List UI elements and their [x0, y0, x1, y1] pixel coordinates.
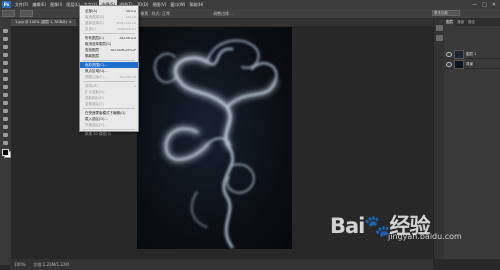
- menu-file[interactable]: 文件(F): [13, 0, 30, 9]
- select-menu-item: 反选(I) Shift+Ctrl+I: [80, 26, 138, 32]
- properties-panel-icon[interactable]: [436, 35, 443, 41]
- menu-item-shortcut: Alt+Ctrl+R: [119, 75, 136, 79]
- menu-item-label: 载入选区(O)...: [85, 116, 108, 121]
- menu-item-label: 取消选择图层(S): [85, 41, 111, 46]
- layer-row[interactable]: 图层 1: [444, 49, 500, 59]
- select-menu-dropdown: 全部(A) Ctrl+A 取消选择(D) Ctrl+D 重新选择(E) Shift+Ctr…: [79, 5, 139, 136]
- menu-item-shortcut: Alt+Shift+Ctrl+F: [110, 48, 137, 52]
- menu-help[interactable]: 帮助(H): [187, 0, 205, 9]
- menu-item-label: 焦点区域(U)...: [85, 68, 108, 73]
- type-tool-icon[interactable]: [3, 133, 8, 137]
- photoshop-icon[interactable]: Ps: [2, 1, 11, 8]
- menu-item-label: 扩大选取(G): [85, 89, 105, 94]
- menu-item-shortcut: Shift+Ctrl+I: [117, 27, 136, 31]
- menu-item-label: 隔离图层: [85, 53, 99, 58]
- menu-item-label: 取消选择(D): [85, 14, 105, 19]
- selection-mode-button[interactable]: [20, 10, 33, 17]
- stamp-tool-icon[interactable]: [3, 93, 8, 97]
- menu-image[interactable]: 图像(I): [48, 0, 64, 9]
- menu-item-shortcut: Ctrl+A: [126, 9, 136, 13]
- minimize-icon[interactable]: —: [472, 2, 477, 8]
- document-tab-label: 1.jpg @ 100% (图层 1, RGB/8): [15, 20, 67, 24]
- lasso-tool-icon[interactable]: [3, 45, 8, 49]
- menu-separator: [83, 33, 135, 34]
- eye-icon[interactable]: [446, 61, 452, 67]
- menu-item-label: 变换选区(T): [85, 101, 104, 106]
- menu-item-label: 重新选择(E): [85, 20, 104, 25]
- menu-item-label: 反选(I): [85, 26, 96, 31]
- close-tab-icon[interactable]: ×: [69, 19, 72, 26]
- menu-separator: [83, 108, 135, 109]
- workspace-select[interactable]: 基本功能: [432, 10, 460, 16]
- eyedropper-tool-icon[interactable]: [3, 69, 8, 73]
- menu-item-label: 新建 3D 模型(3): [85, 131, 112, 136]
- gradient-tool-icon[interactable]: [3, 117, 8, 121]
- menu-item-label: 修改(M): [85, 83, 98, 88]
- move-tool-icon[interactable]: [3, 29, 8, 33]
- refine-edge-button[interactable]: 调整边缘...: [213, 11, 233, 17]
- menu-separator: [83, 60, 135, 61]
- healing-tool-icon[interactable]: [3, 77, 8, 81]
- select-menu-item: 调整边缘(F)... Alt+Ctrl+R: [80, 74, 138, 80]
- select-menu-item: 变换选区(T): [80, 101, 138, 107]
- options-bar: 羽化: 0 像素 样式: 正常 调整边缘... 基本功能: [0, 9, 500, 19]
- menu-item-shortcut: Shift+Ctrl+D: [116, 21, 137, 25]
- menu-item-label: 在快速蒙版模式下编辑(Q): [85, 110, 126, 115]
- menu-item-label: 选取相似(R): [85, 95, 105, 100]
- menu-item-label: 存储选区(V)...: [85, 122, 108, 127]
- maximize-icon[interactable]: □: [482, 2, 487, 8]
- pen-tool-icon[interactable]: [3, 125, 8, 129]
- foreground-color-swatch[interactable]: [2, 149, 9, 156]
- menu-separator: [83, 81, 135, 82]
- layer-name: 图层 1: [466, 51, 477, 56]
- history-brush-tool-icon[interactable]: [3, 101, 8, 105]
- menu-item-label: 色彩范围(C)...: [85, 62, 108, 67]
- layer-name: 背景: [466, 61, 473, 66]
- layer-row[interactable]: 背景: [444, 59, 500, 69]
- menu-item-label: 查找图层: [85, 47, 99, 52]
- smoke-image[interactable]: [137, 27, 292, 249]
- menu-bar: Ps 文件(F) 编辑(E) 图像(I) 图层(L) 文字(Y) 选择(S) 滤…: [0, 0, 500, 9]
- menu-item-shortcut: Alt+Ctrl+A: [119, 36, 136, 40]
- style-select[interactable]: 样式: 正常: [151, 11, 170, 17]
- menu-item-label: 所有图层(L): [85, 35, 104, 40]
- brush-tool-icon[interactable]: [3, 85, 8, 89]
- menu-item-shortcut: ▸: [134, 84, 136, 88]
- hand-tool-icon[interactable]: [3, 141, 8, 145]
- smoke-graphic: [154, 39, 278, 249]
- document-tab-bar: 1.jpg @ 100% (图层 1, RGB/8) ×: [11, 19, 433, 26]
- tab-paths[interactable]: 路径: [466, 19, 477, 26]
- status-bar: 100% 文档:1.22M/1.22M: [11, 259, 433, 270]
- eraser-tool-icon[interactable]: [3, 109, 8, 113]
- tool-preset-button[interactable]: [2, 10, 15, 17]
- layer-thumbnail: [454, 49, 464, 59]
- tab-layers[interactable]: 图层: [444, 19, 455, 26]
- history-panel-icon[interactable]: [436, 25, 443, 31]
- layers-panel-tabs: 图层 通道 路径: [444, 19, 500, 26]
- menu-item-label: 调整边缘(F)...: [85, 74, 108, 79]
- zoom-level[interactable]: 100%: [14, 262, 25, 267]
- eye-icon[interactable]: [446, 51, 452, 57]
- menu-item-label: 全部(A): [85, 8, 98, 13]
- menu-view[interactable]: 视图(V): [150, 0, 168, 9]
- tab-channels[interactable]: 通道: [455, 19, 466, 26]
- menu-window[interactable]: 窗口(W): [168, 0, 187, 9]
- crop-tool-icon[interactable]: [3, 61, 8, 65]
- select-menu-item[interactable]: 隔离图层: [80, 53, 138, 59]
- menu-separator: [83, 129, 135, 130]
- menu-edit[interactable]: 编辑(E): [30, 0, 48, 9]
- select-menu-item: 存储选区(V)...: [80, 122, 138, 128]
- window-controls: — □ ✕: [472, 2, 500, 8]
- document-info: 文档:1.22M/1.22M: [33, 261, 69, 267]
- layer-thumbnail: [454, 59, 464, 69]
- marquee-tool-icon[interactable]: [3, 37, 8, 41]
- close-icon[interactable]: ✕: [492, 2, 496, 8]
- watermark-url: jingyan.baidu.com: [388, 232, 462, 241]
- quick-select-tool-icon[interactable]: [3, 53, 8, 57]
- menu-item-shortcut: Ctrl+D: [125, 15, 136, 19]
- document-tab[interactable]: 1.jpg @ 100% (图层 1, RGB/8) ×: [11, 19, 76, 26]
- baidu-jingyan-watermark: Bai🐾经验 jingyan.baidu.com: [330, 210, 490, 250]
- select-menu-item: 新建 3D 模型(3): [80, 131, 138, 137]
